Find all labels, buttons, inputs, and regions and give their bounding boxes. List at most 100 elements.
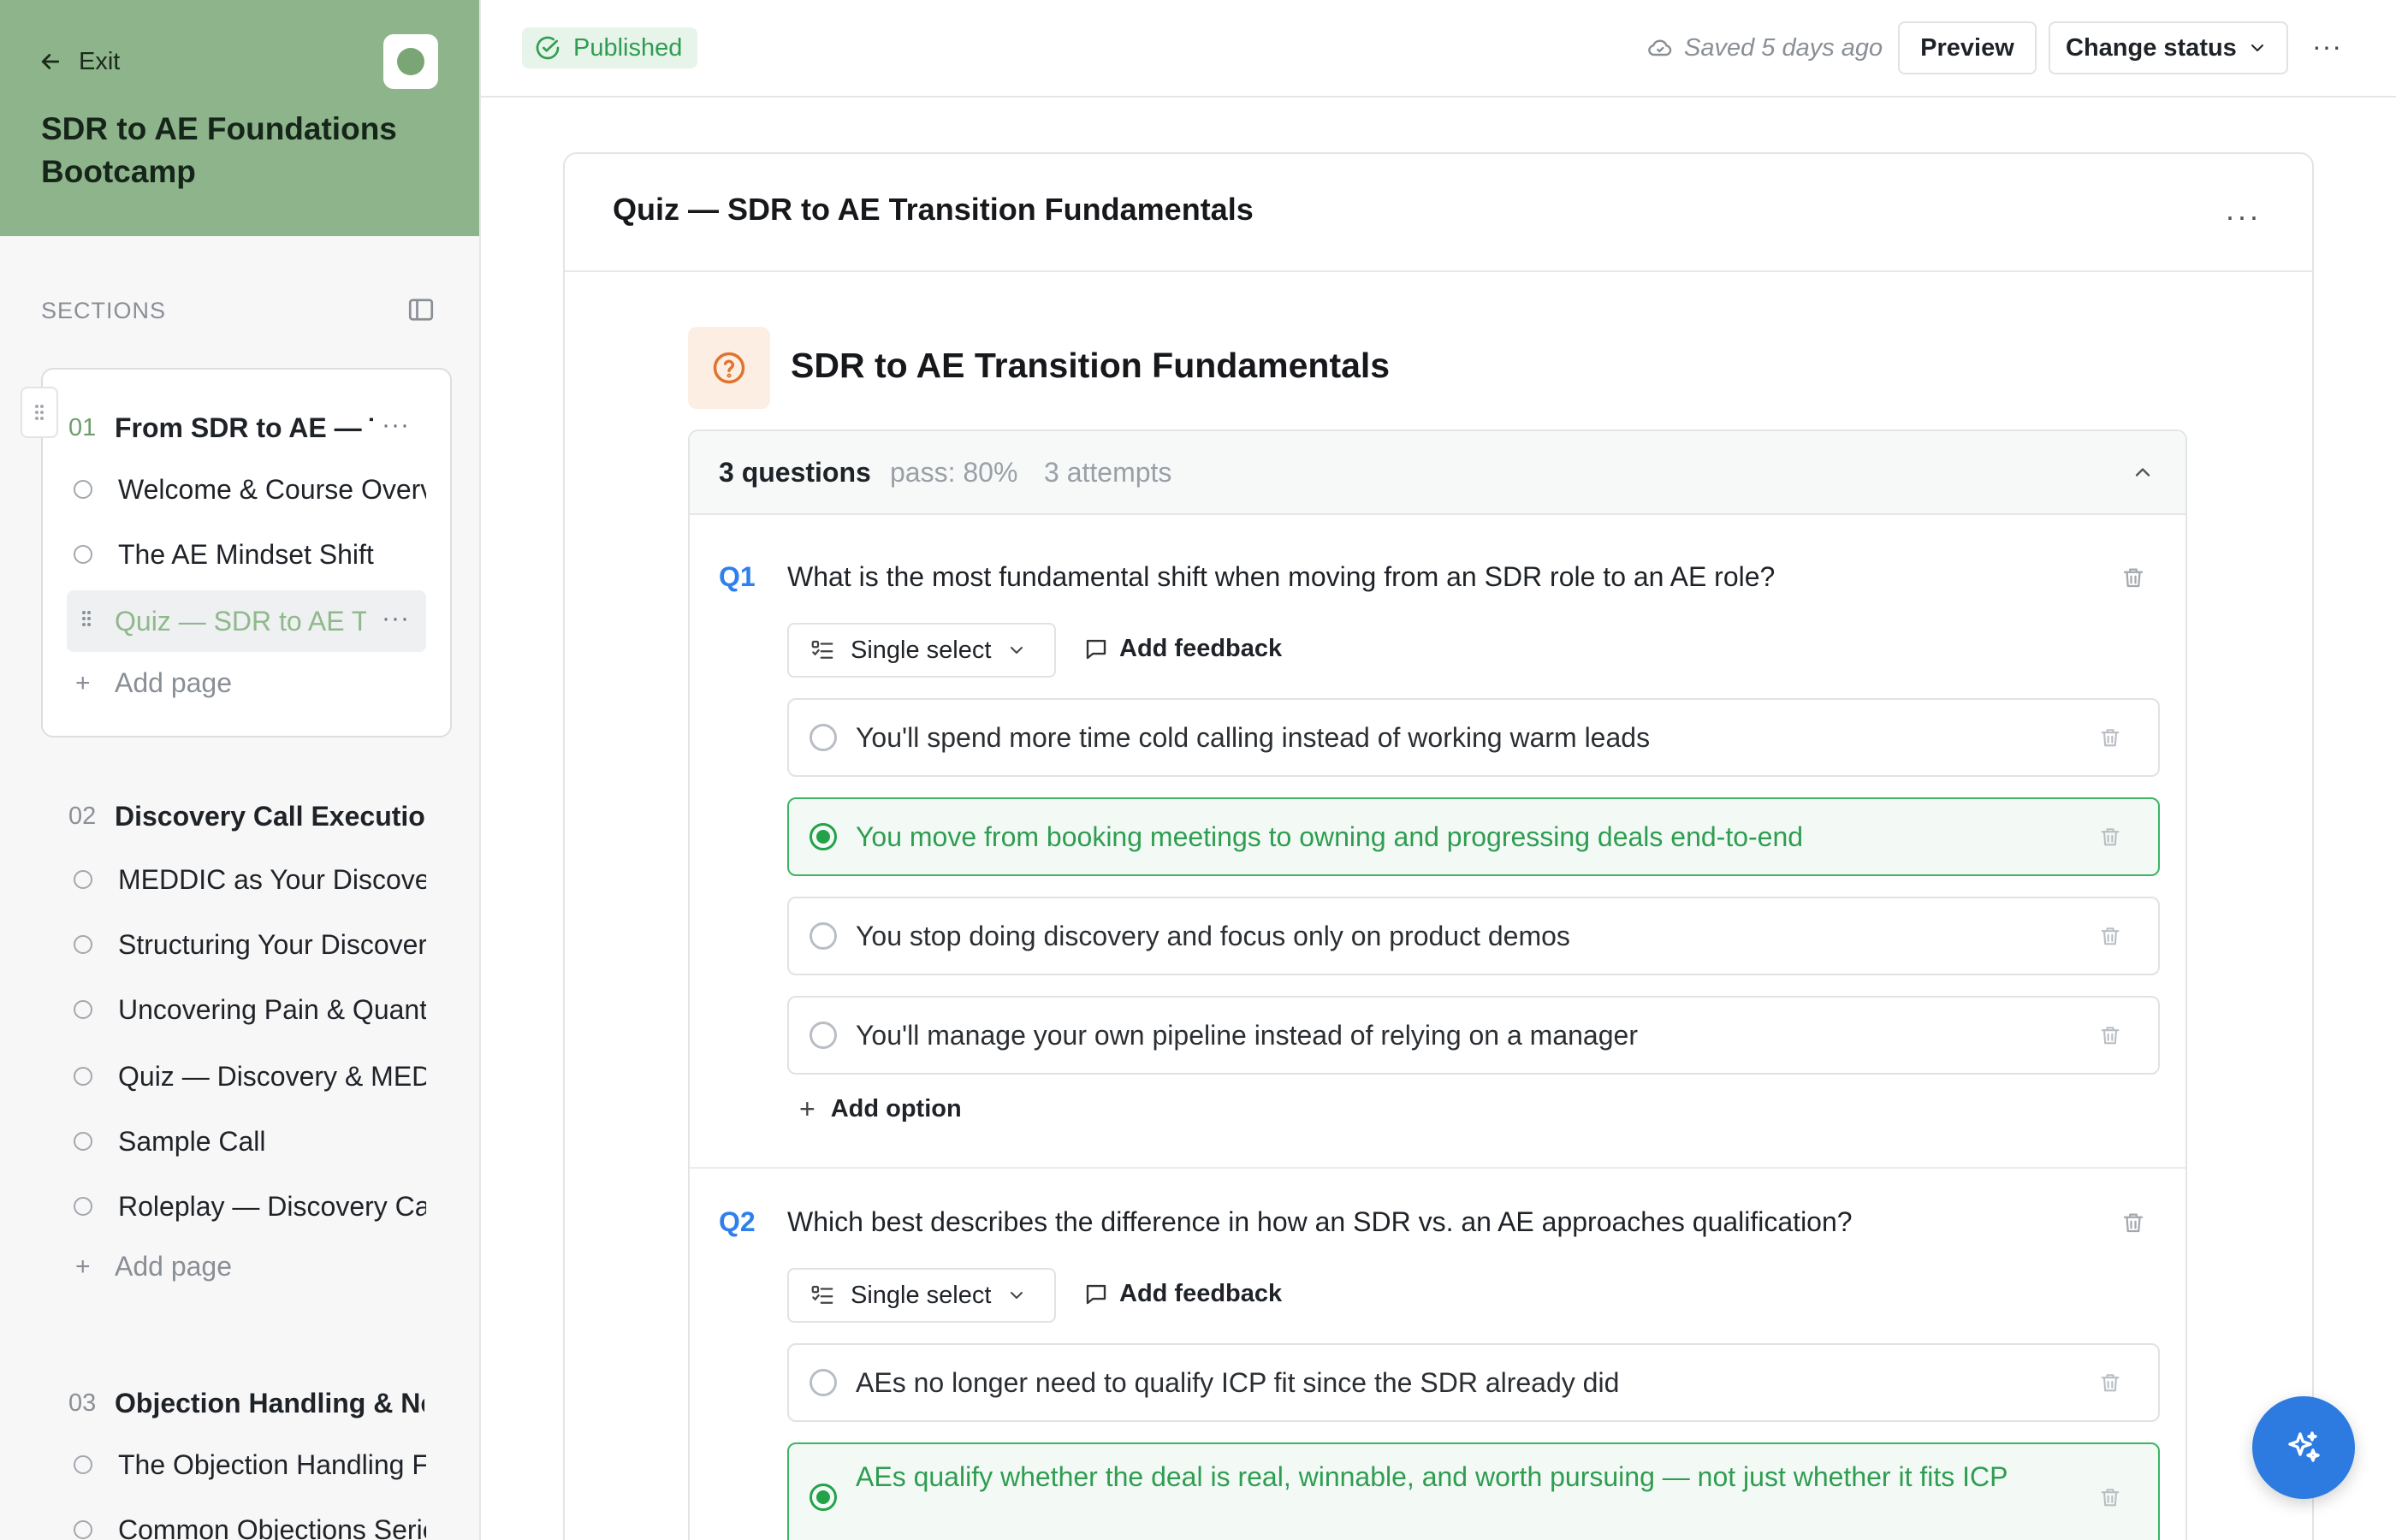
sidebar-page-item[interactable]: Structuring Your Discovery (74, 921, 426, 968)
sidebar-page-item[interactable]: Roleplay — Discovery Call (74, 1182, 426, 1230)
questions-panel: 3 questions pass: 80% 3 attempts Q1 What… (688, 429, 2187, 1540)
delete-option-icon[interactable] (2098, 825, 2122, 849)
option-text[interactable]: You move from booking meetings to owning… (856, 816, 2071, 857)
chevron-up-icon[interactable] (2131, 460, 2155, 484)
section-header-03[interactable]: 03 Objection Handling & Negotiation (68, 1383, 424, 1424)
answer-option-correct[interactable]: You move from booking meetings to owning… (787, 797, 2160, 876)
add-feedback-button[interactable]: Add feedback (1083, 635, 1282, 663)
sidebar-page-item[interactable]: MEDDIC as Your Discovery (74, 856, 426, 903)
chevron-down-icon (2247, 38, 2268, 58)
radio-selected-icon[interactable] (810, 1484, 837, 1511)
course-logo[interactable] (383, 34, 438, 89)
question-circle-icon (688, 327, 770, 409)
question-label: Q2 (719, 1206, 756, 1237)
sidebar-page-item[interactable]: Uncovering Pain & Quantifying (74, 986, 426, 1034)
sidebar-page-item[interactable]: The AE Mindset Shift (74, 530, 374, 578)
option-text[interactable]: You'll manage your own pipeline instead … (856, 1015, 2071, 1056)
option-text[interactable]: You'll spend more time cold calling inst… (856, 717, 2071, 758)
question-type-value: Single select (851, 1281, 992, 1309)
page-label: MEDDIC as Your Discovery (118, 863, 426, 895)
section-title: Discovery Call Execution (115, 800, 424, 832)
chevron-down-icon (1006, 640, 1027, 660)
section-title: From SDR to AE — T (115, 412, 373, 443)
page-label: Sample Call (118, 1125, 266, 1157)
option-text[interactable]: AEs no longer need to qualify ICP fit si… (856, 1362, 2071, 1403)
answer-option[interactable]: You'll manage your own pipeline instead … (787, 996, 2160, 1075)
answer-option[interactable]: You'll spend more time cold calling inst… (787, 698, 2160, 777)
answer-option[interactable]: AEs no longer need to qualify ICP fit si… (787, 1343, 2160, 1422)
attempts-count: 3 attempts (1044, 457, 1172, 488)
question-label: Q1 (719, 561, 756, 592)
add-page-label: Add page (115, 1251, 233, 1282)
sections-label: SECTIONS (41, 298, 167, 323)
sidebar-page-item[interactable]: Common Objections Series (74, 1506, 426, 1540)
course-title: SDR to AE Foundations Bootcamp (41, 111, 397, 189)
chevron-down-icon (1006, 1285, 1027, 1306)
section-header-01[interactable]: 01 From SDR to AE — T (68, 407, 377, 448)
radio-icon[interactable] (810, 724, 837, 751)
answer-option-correct[interactable]: AEs qualify whether the deal is real, wi… (787, 1442, 2160, 1540)
page-label: Quiz — SDR to AE Transition Fundamentals (115, 605, 366, 637)
preview-button[interactable]: Preview (1898, 21, 2037, 74)
exit-button[interactable]: Exit (38, 43, 120, 80)
section-number: 03 (68, 1389, 97, 1417)
question-text[interactable]: Which best describes the difference in h… (787, 1206, 1853, 1238)
delete-question-icon[interactable] (2120, 1210, 2146, 1235)
cloud-icon (1646, 34, 1674, 62)
option-text[interactable]: You stop doing discovery and focus only … (856, 915, 2071, 957)
sidebar-page-item[interactable]: Quiz — Discovery & MEDDIC (74, 1052, 426, 1100)
sparkles-icon (2283, 1427, 2324, 1468)
radio-selected-icon[interactable] (810, 823, 837, 850)
section-number: 01 (68, 413, 97, 441)
delete-option-icon[interactable] (2098, 924, 2122, 948)
add-option-button[interactable]: + Add option (799, 1093, 962, 1125)
question-count: 3 questions (719, 457, 871, 488)
radio-icon[interactable] (810, 1022, 837, 1049)
add-option-label: Add option (830, 1095, 962, 1122)
quiz-heading: SDR to AE Transition Fundamentals (791, 346, 1391, 385)
radio-icon[interactable] (810, 1369, 837, 1396)
sidebar-page-item[interactable]: Welcome & Course Overview (74, 465, 426, 513)
logo-dot-icon (397, 48, 424, 75)
radio-icon[interactable] (810, 922, 837, 950)
delete-option-icon[interactable] (2098, 1485, 2122, 1509)
section-header-02[interactable]: 02 Discovery Call Execution (68, 796, 424, 837)
page-more-button[interactable]: ··· (2225, 198, 2261, 234)
pass-threshold: pass: 80% (890, 457, 1018, 488)
more-options-button[interactable]: ··· (2312, 31, 2342, 62)
section-drag-handle[interactable] (21, 387, 58, 438)
delete-question-icon[interactable] (2120, 565, 2146, 590)
sidebar-page-item[interactable]: Sample Call (74, 1117, 266, 1165)
plus-icon: + (75, 668, 91, 697)
add-page-button[interactable]: + Add page (68, 667, 232, 699)
delete-option-icon[interactable] (2098, 1023, 2122, 1047)
page-status-icon (74, 545, 92, 564)
top-bar: Published Saved 5 days ago Preview Chang… (481, 0, 2396, 98)
ai-assistant-button[interactable] (2252, 1396, 2355, 1499)
question-type-select[interactable]: Single select (787, 1268, 1056, 1323)
page-title: Quiz — SDR to AE Transition Fundamentals (613, 192, 1254, 227)
section-more-button[interactable]: ··· (382, 411, 410, 440)
add-feedback-label: Add feedback (1119, 635, 1283, 662)
answer-option[interactable]: You stop doing discovery and focus only … (787, 897, 2160, 975)
section-title: Objection Handling & Negotiation (115, 1387, 424, 1419)
status-badge-label: Published (573, 33, 683, 62)
question-type-select[interactable]: Single select (787, 623, 1056, 678)
change-status-button[interactable]: Change status (2049, 21, 2288, 74)
sidebar-page-item[interactable]: The Objection Handling Framework (74, 1441, 426, 1489)
option-text[interactable]: AEs qualify whether the deal is real, wi… (856, 1456, 2071, 1497)
questions-summary-bar[interactable]: 3 questions pass: 80% 3 attempts (690, 431, 2185, 515)
page-label: Structuring Your Discovery (118, 928, 426, 960)
page-status-icon (74, 1000, 92, 1019)
add-feedback-button[interactable]: Add feedback (1083, 1280, 1282, 1308)
question-text[interactable]: What is the most fundamental shift when … (787, 561, 1775, 593)
add-page-button[interactable]: + Add page (68, 1251, 232, 1282)
page-more-button[interactable]: ··· (382, 604, 410, 633)
course-header: Exit SDR to AE Foundations Bootcamp (0, 0, 479, 236)
page-drag-handle-icon[interactable] (80, 609, 92, 628)
sidebar-collapse-icon[interactable] (406, 294, 436, 325)
arrow-left-icon (38, 49, 63, 74)
delete-option-icon[interactable] (2098, 1371, 2122, 1395)
delete-option-icon[interactable] (2098, 726, 2122, 749)
exit-label: Exit (79, 47, 121, 75)
